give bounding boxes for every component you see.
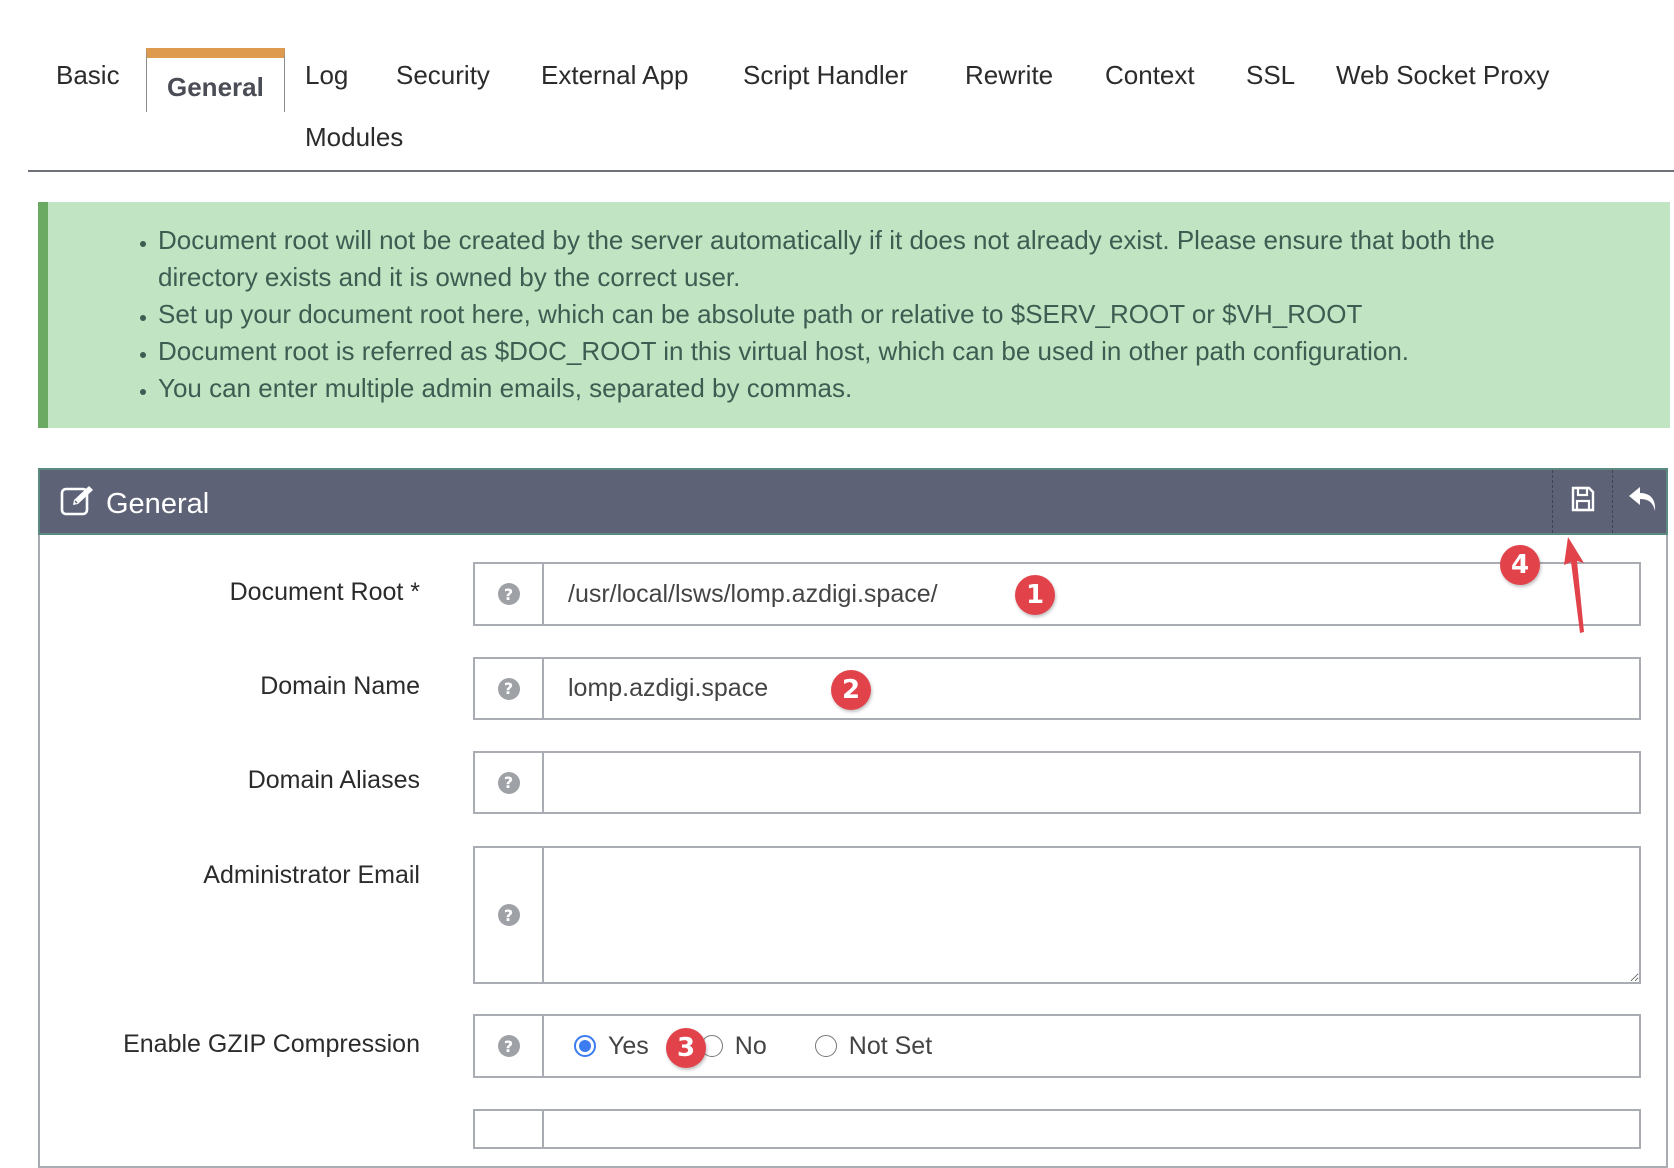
gzip-radio-group: Yes No Not Set xyxy=(574,1016,932,1076)
gzip-option-no[interactable]: No xyxy=(700,1031,767,1061)
tab-modules[interactable]: Modules xyxy=(305,122,403,153)
gzip-option-not-set[interactable]: Not Set xyxy=(814,1031,933,1061)
edit-icon xyxy=(60,484,96,524)
panel-title: General xyxy=(106,487,210,520)
annotation-arrow-icon xyxy=(1564,537,1584,633)
back-button[interactable] xyxy=(1612,470,1673,533)
tab-security[interactable]: Security xyxy=(396,60,490,91)
tab-bar: Basic General Log Security External App … xyxy=(28,0,1674,172)
question-circle-icon: ? xyxy=(497,1035,520,1057)
tab-log[interactable]: Log xyxy=(305,60,348,91)
help-button[interactable]: ? xyxy=(473,751,544,814)
domain-aliases-label: Domain Aliases xyxy=(247,766,420,794)
notice-item: Document root is referred as $DOC_ROOT i… xyxy=(158,333,1670,370)
question-circle-icon: ? xyxy=(497,771,520,794)
notice-item: Document root will not be created by the… xyxy=(158,222,1670,296)
domain-aliases-input[interactable] xyxy=(544,753,1639,812)
tab-external-app[interactable]: External App xyxy=(541,60,688,91)
domain-name-label: Domain Name xyxy=(260,672,420,700)
admin-email-field: ? xyxy=(473,846,1641,984)
radio-selected[interactable] xyxy=(574,1035,596,1057)
next-field xyxy=(473,1109,1641,1149)
undo-arrow-icon xyxy=(1628,485,1658,518)
gzip-option-yes[interactable]: Yes xyxy=(574,1032,649,1061)
tab-context[interactable]: Context xyxy=(1105,60,1195,91)
domain-name-field: ? xyxy=(473,657,1641,720)
gzip-label: Enable GZIP Compression xyxy=(123,1030,420,1058)
notice-item: Set up your document root here, which ca… xyxy=(158,296,1670,333)
radio-label: No xyxy=(734,1031,767,1060)
domain-aliases-field: ? xyxy=(473,751,1641,814)
save-button[interactable] xyxy=(1552,470,1613,533)
admin-email-input-wrap xyxy=(544,846,1641,984)
question-circle-icon: ? xyxy=(497,677,520,700)
annotation-badge-3: 3 xyxy=(666,1028,706,1068)
notice-list: Document root will not be created by the… xyxy=(48,202,1670,407)
tab-ssl[interactable]: SSL xyxy=(1246,60,1295,91)
radio-label: Not Set xyxy=(848,1031,933,1060)
help-button[interactable] xyxy=(473,1109,544,1149)
annotation-badge-4: 4 xyxy=(1500,545,1540,585)
panel-header: General xyxy=(38,468,1668,535)
help-button[interactable]: ? xyxy=(473,846,544,984)
help-button[interactable]: ? xyxy=(473,657,544,720)
help-button[interactable]: ? xyxy=(473,562,544,626)
gzip-radio-wrap: Yes No Not Set xyxy=(544,1014,1641,1078)
tab-script-handler[interactable]: Script Handler xyxy=(743,60,908,91)
domain-aliases-input-wrap xyxy=(544,751,1641,814)
gzip-field: ? Yes No Not Set xyxy=(473,1014,1641,1078)
info-notice: Document root will not be created by the… xyxy=(38,202,1670,428)
annotation-badge-2: 2 xyxy=(831,670,871,710)
radio-label: Yes xyxy=(608,1031,649,1060)
document-root-field: ? xyxy=(473,562,1641,626)
admin-email-label: Administrator Email xyxy=(203,861,420,889)
tab-basic[interactable]: Basic xyxy=(56,60,120,91)
document-root-input[interactable] xyxy=(544,564,1639,624)
tab-rewrite[interactable]: Rewrite xyxy=(965,60,1053,91)
annotation-badge-1: 1 xyxy=(1015,575,1055,615)
domain-name-input-wrap xyxy=(544,657,1641,720)
tab-general[interactable]: General xyxy=(146,48,285,112)
radio-unselected[interactable] xyxy=(814,1035,837,1057)
domain-name-input[interactable] xyxy=(544,659,1639,718)
help-button[interactable]: ? xyxy=(473,1014,544,1078)
tab-web-socket-proxy[interactable]: Web Socket Proxy xyxy=(1336,60,1549,91)
floppy-disk-icon xyxy=(1571,486,1595,517)
question-circle-icon: ? xyxy=(497,583,520,605)
panel-title-wrap: General xyxy=(60,484,209,524)
notice-item: You can enter multiple admin emails, sep… xyxy=(158,370,1670,407)
document-root-input-wrap xyxy=(544,562,1641,626)
next-input-wrap xyxy=(544,1109,1641,1149)
admin-email-textarea[interactable] xyxy=(544,848,1639,982)
question-circle-icon: ? xyxy=(497,904,520,926)
document-root-label: Document Root * xyxy=(229,578,420,606)
